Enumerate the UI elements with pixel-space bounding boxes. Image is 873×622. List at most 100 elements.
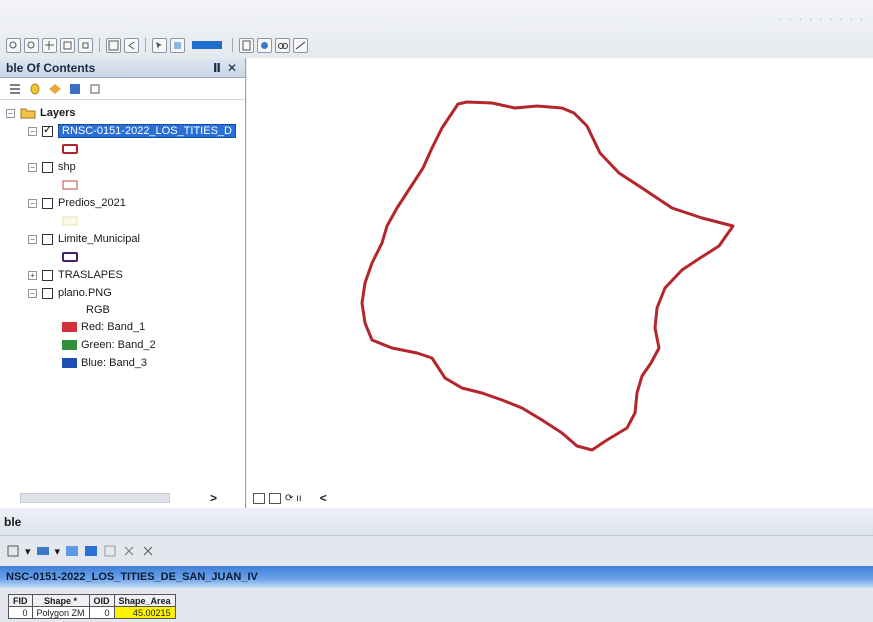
layer-visibility-checkbox[interactable] [42, 123, 53, 137]
map-view[interactable]: ⟳ ıı < [247, 58, 873, 508]
layers-root-label: Layers [40, 107, 76, 119]
list-by-drawing-order-icon[interactable] [8, 82, 22, 96]
table-tab[interactable]: NSC-0151-2022_LOS_TITIES_DE_SAN_JUAN_IV [0, 566, 873, 588]
switch-selection-icon[interactable] [84, 544, 98, 558]
polygon-symbol-icon[interactable] [62, 144, 78, 154]
layer-name[interactable]: plano.PNG [58, 287, 112, 299]
parcel-polygon[interactable] [360, 100, 735, 452]
collapse-icon[interactable]: − [28, 234, 37, 244]
column-header[interactable]: FID [8, 594, 33, 607]
table-cell[interactable]: 0 [8, 606, 33, 619]
attribute-table: FID Shape * OID Shape_Area 0 Polygon ZM … [8, 594, 176, 619]
identify-icon[interactable] [257, 37, 272, 53]
layer-row-limite[interactable]: − Limite_Municipal [0, 230, 245, 248]
zoom-out-icon[interactable] [24, 37, 39, 53]
scroll-right-arrow[interactable]: > [210, 491, 217, 505]
band-row-red: Red: Band_1 [0, 318, 245, 336]
table-cell[interactable]: 0 [88, 606, 115, 619]
toc-toolbar [0, 78, 245, 100]
collapse-icon[interactable]: − [28, 126, 37, 136]
raster-rgb-label: RGB [86, 304, 110, 316]
fixed-zoom-in-icon[interactable] [60, 37, 75, 53]
clear-selection-icon[interactable] [170, 37, 185, 53]
column-header[interactable]: OID [88, 594, 115, 607]
layer-visibility-checkbox[interactable] [42, 161, 53, 173]
close-icon[interactable] [141, 544, 155, 558]
map-canvas[interactable] [247, 58, 873, 488]
blue-band-swatch[interactable] [62, 358, 77, 368]
pan-icon[interactable] [42, 37, 57, 53]
close-icon[interactable]: ✕ [227, 61, 237, 75]
find-icon[interactable] [275, 37, 290, 53]
layer-symbol-row [0, 248, 245, 266]
delete-selected-icon[interactable] [122, 544, 136, 558]
table-cell[interactable]: 45.00215 [113, 606, 176, 619]
layer-visibility-checkbox[interactable] [42, 287, 53, 299]
layer-symbol-row [0, 212, 245, 230]
full-extent-icon[interactable] [106, 37, 121, 53]
refresh-pause-icons[interactable]: ⟳ ıı [285, 493, 302, 504]
layer-row-shp[interactable]: − shp [0, 158, 245, 176]
layer-name[interactable]: shp [58, 161, 76, 173]
layer-row-predios[interactable]: − Predios_2021 [0, 194, 245, 212]
previous-extent-icon[interactable] [124, 37, 139, 53]
polygon-symbol-icon[interactable] [62, 180, 78, 190]
related-tables-icon[interactable] [36, 544, 50, 558]
band-row-green: Green: Band_2 [0, 336, 245, 354]
data-view-icon[interactable] [253, 492, 265, 504]
column-header[interactable]: Shape_Area [113, 594, 176, 607]
zoom-in-icon[interactable] [6, 37, 21, 53]
dropdown-arrow-icon[interactable]: ▾ [25, 545, 31, 558]
page-icon[interactable] [239, 37, 254, 53]
table-cell[interactable]: Polygon ZM [31, 606, 90, 619]
table-window-title: ble [0, 508, 873, 536]
layer-name[interactable]: Limite_Municipal [58, 233, 140, 245]
list-by-visibility-icon[interactable] [48, 82, 62, 96]
toc-header: ble Of Contents Ⅱ ✕ [0, 58, 245, 78]
green-band-swatch[interactable] [62, 340, 77, 350]
collapse-icon[interactable]: − [28, 198, 37, 208]
table-of-contents-panel: ble Of Contents Ⅱ ✕ − Layers − RNSC-0151… [0, 58, 246, 508]
clear-selection-icon[interactable] [103, 544, 117, 558]
expand-icon[interactable]: + [28, 270, 37, 280]
collapse-icon[interactable]: − [28, 288, 37, 298]
layer-name[interactable]: TRASLAPES [58, 269, 123, 281]
layer-name[interactable]: Predios_2021 [58, 197, 126, 209]
column-header[interactable]: Shape * [31, 594, 90, 607]
table-options-icon[interactable] [6, 544, 20, 558]
list-by-source-icon[interactable] [28, 82, 42, 96]
select-features-icon[interactable] [152, 37, 167, 53]
horizontal-scroll-thumb[interactable] [20, 493, 170, 503]
dropdown-arrow-icon[interactable]: ▾ [55, 545, 61, 558]
select-by-attributes-icon[interactable] [65, 544, 79, 558]
layer-row-rnsc[interactable]: − RNSC-0151-2022_LOS_TITIES_D [0, 122, 245, 140]
layer-visibility-checkbox[interactable] [42, 233, 53, 245]
list-by-selection-icon[interactable] [68, 82, 82, 96]
layout-view-icon[interactable] [269, 492, 281, 504]
layers-root[interactable]: − Layers [0, 104, 245, 122]
color-selector[interactable] [192, 41, 222, 49]
main-toolbar: · · · · · · · · · [0, 0, 873, 58]
toolbar-separator [99, 38, 100, 52]
options-icon[interactable] [88, 82, 102, 96]
polygon-symbol-icon[interactable] [62, 216, 78, 226]
red-band-swatch[interactable] [62, 322, 77, 332]
table-row[interactable]: 0 Polygon ZM 0 45.00215 [8, 606, 176, 619]
fixed-zoom-out-icon[interactable] [78, 37, 93, 53]
layer-row-traslapes[interactable]: + TRASLAPES [0, 266, 245, 284]
layer-symbol-row [0, 176, 245, 194]
layer-visibility-checkbox[interactable] [42, 269, 53, 281]
pin-icon[interactable]: Ⅱ [213, 61, 221, 75]
layer-name[interactable]: RNSC-0151-2022_LOS_TITIES_D [58, 124, 236, 138]
layer-row-plano[interactable]: − plano.PNG [0, 284, 245, 302]
measure-icon[interactable] [293, 37, 308, 53]
layer-visibility-checkbox[interactable] [42, 197, 53, 209]
polygon-symbol-icon[interactable] [62, 252, 78, 262]
band-row-blue: Blue: Band_3 [0, 354, 245, 372]
collapse-icon[interactable]: − [6, 108, 15, 118]
toc-scrollbar[interactable]: > [0, 488, 245, 508]
collapse-icon[interactable]: − [28, 162, 37, 172]
table-toolbar: ▾ ▾ [0, 536, 873, 566]
scroll-left-arrow[interactable]: < [320, 491, 327, 505]
toolbar-separator [145, 38, 146, 52]
